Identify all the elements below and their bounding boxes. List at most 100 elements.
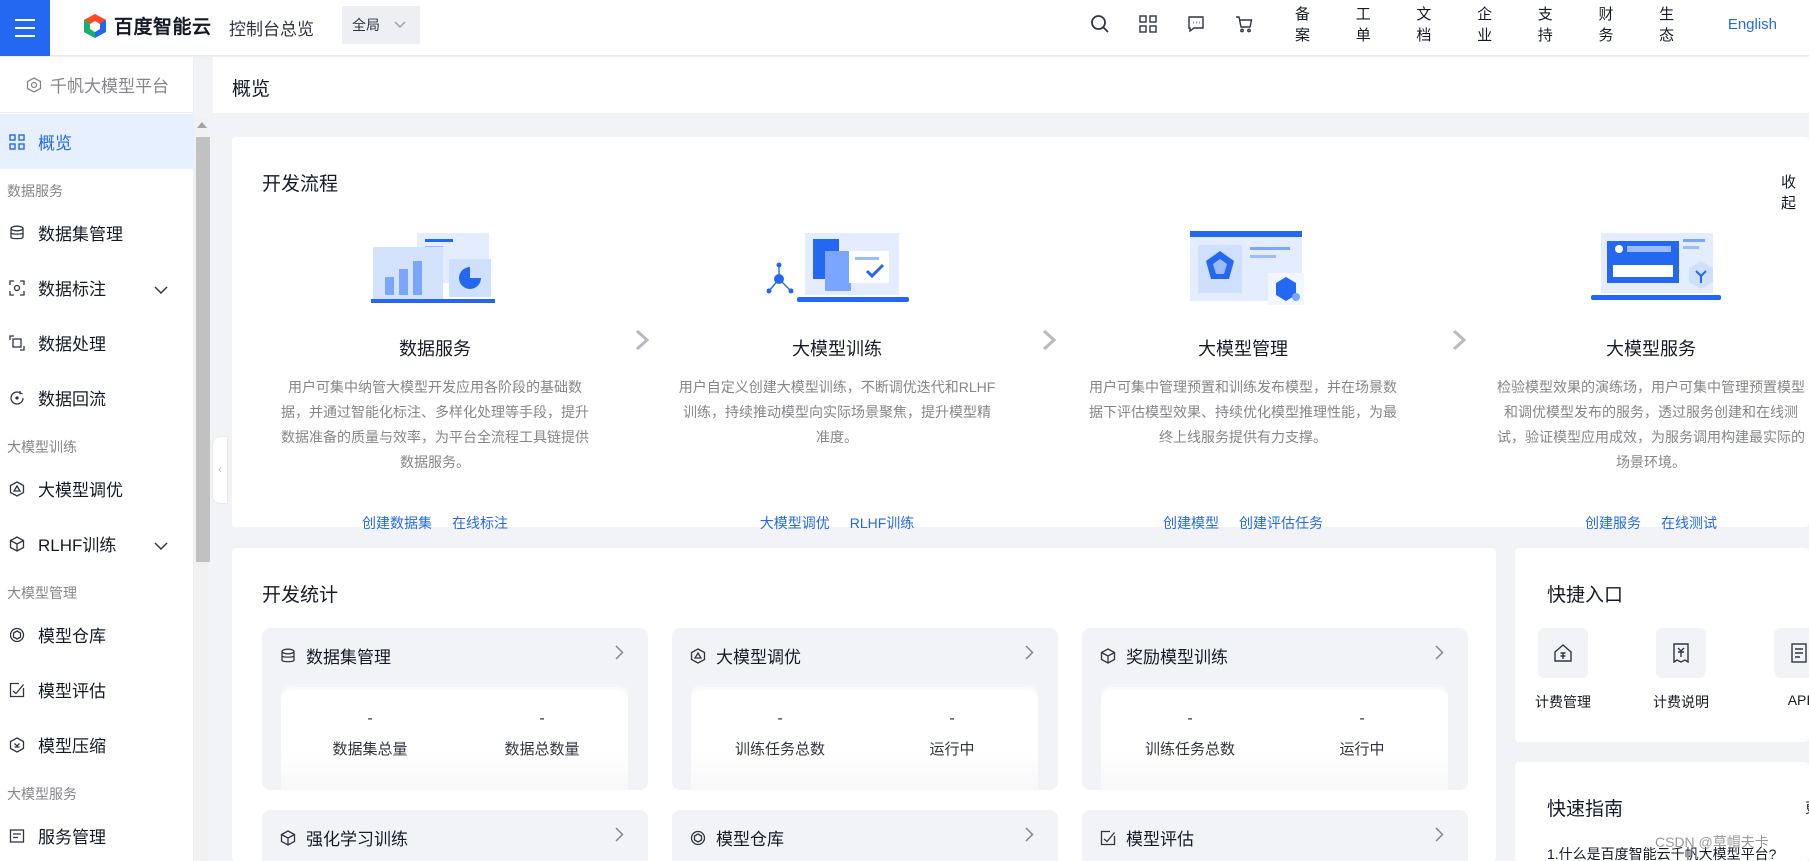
metric-value: - [367,710,373,727]
nav-docs[interactable]: 文档 [1416,3,1445,45]
message-icon[interactable] [1184,12,1208,36]
stat-metric: - 数据集总量 [295,710,445,759]
stat-box-model-eval[interactable]: 模型评估 [1082,810,1468,861]
sidebar-item-service-mgmt[interactable]: 服务管理 [0,808,194,861]
search-icon[interactable] [1088,12,1112,36]
cart-icon[interactable] [1232,12,1256,36]
sidebar-group-training: 大模型训练 [7,439,77,455]
nav-ecosystem[interactable]: 生态 [1659,3,1688,45]
quick-entry-api[interactable]: API [1759,628,1809,708]
nav-support[interactable]: 支持 [1538,3,1567,45]
region-select[interactable]: 全局 [342,6,420,44]
api-doc-icon [1774,628,1809,678]
sidebar-scroll-thumb[interactable] [196,137,210,562]
sidebar-item-label: 模型评估 [38,682,106,701]
stat-box-model-repo[interactable]: 模型仓库 [672,810,1058,861]
sidebar-group-service: 大模型服务 [7,786,77,802]
chevron-right-icon[interactable] [1435,827,1444,847]
sidebar-item-label: RLHF训练 [38,536,117,555]
chevron-down-icon[interactable] [154,280,168,300]
sidebar-item-label: 模型压缩 [38,737,106,756]
metric-label: 训练任务总数 [734,741,825,758]
chevron-right-icon[interactable] [1435,645,1444,665]
quick-entry-billing-mgmt[interactable]: 计费管理 [1523,628,1603,712]
processing-icon [8,334,26,352]
sidebar-item-data-processing[interactable]: 数据处理 [0,315,194,370]
menu-button[interactable] [0,0,50,56]
stat-metric: - 数据总数量 [467,710,617,759]
nav-ticket[interactable]: 工单 [1356,3,1385,45]
stat-box-dataset-mgmt[interactable]: 数据集管理 - 数据集总量 - 数据总数量 [262,628,648,790]
stat-metric: - 训练任务总数 [1115,710,1265,759]
rlhf-link[interactable]: RLHF训练 [850,513,915,533]
cube-icon [1100,647,1116,664]
sidebar-collapse-handle[interactable]: ‹ [212,436,228,504]
chevron-down-icon[interactable] [154,536,168,556]
sidebar-item-overview[interactable]: 概览 [0,114,194,169]
flow-step-model-service: 大模型服务 检验模型效果的演练场，用户可集中管理预置模型和调优模型发布的服务，透… [1486,229,1809,531]
sidebar-group-mgmt: 大模型管理 [7,585,77,601]
online-annotation-link[interactable]: 在线标注 [452,513,508,533]
stat-box-title: 模型评估 [1126,830,1194,849]
metric-label: 运行中 [929,741,975,758]
platform-icon [26,76,42,93]
sidebar-item-dataset-mgmt[interactable]: 数据集管理 [0,205,194,260]
quick-entry-billing-doc[interactable]: 计费说明 [1641,628,1721,712]
stat-metric: - 运行中 [877,710,1027,759]
grid-icon[interactable] [1136,12,1160,36]
stat-box-fine-tuning[interactable]: 大模型调优 - 训练任务总数 - 运行中 [672,628,1058,790]
sidebar-item-data-annotation[interactable]: 数据标注 [0,260,194,315]
brand-name: 百度智能云 [114,17,212,38]
cube-icon [280,829,296,846]
sidebar-item-model-compress[interactable]: 模型压缩 [0,717,194,772]
create-service-link[interactable]: 创建服务 [1585,513,1641,533]
fine-tuning-link[interactable]: 大模型调优 [760,513,830,533]
fine-tuning-icon [8,480,26,498]
step-links: 创建数据集 在线标注 [270,513,600,533]
language-switch[interactable]: English [1728,16,1777,33]
cube-icon [8,535,26,553]
quick-entry-label: 计费说明 [1653,694,1709,710]
step-title: 数据服务 [399,339,471,359]
billing-doc-icon [1656,628,1706,678]
brand-logo[interactable]: 百度智能云 [82,12,212,39]
create-dataset-link[interactable]: 创建数据集 [362,513,432,533]
nav-beian[interactable]: 备案 [1295,3,1324,45]
chevron-right-icon[interactable] [615,827,624,847]
platform-name: 千帆大模型平台 [50,77,169,96]
chevron-right-icon[interactable] [1025,645,1034,665]
create-eval-task-link[interactable]: 创建评估任务 [1239,513,1323,533]
chevron-right-icon[interactable] [615,645,624,665]
collapse-button[interactable]: 收起 [1781,171,1809,213]
chevron-right-icon[interactable] [1025,827,1034,847]
guide-more-link[interactable]: 更 [1805,798,1809,818]
stat-values-panel: - 训练任务总数 - 运行中 [691,690,1038,790]
sidebar-item-label: 概览 [38,134,72,153]
metric-value: - [949,710,955,727]
sidebar-item-rlhf[interactable]: RLHF训练 [0,516,194,571]
quick-entry-title: 快捷入口 [1547,585,1624,606]
hamburger-icon [15,16,35,40]
stat-box-title: 强化学习训练 [306,830,408,849]
sidebar-item-model-eval[interactable]: 模型评估 [0,662,194,717]
data-service-illustration [270,229,600,317]
online-test-link[interactable]: 在线测试 [1661,513,1717,533]
stat-box-reward-model[interactable]: 奖励模型训练 - 训练任务总数 - 运行中 [1082,628,1468,790]
nav-finance[interactable]: 财务 [1598,3,1627,45]
console-overview-link[interactable]: 控制台总览 [229,15,314,40]
model-service-illustration [1486,229,1809,317]
scroll-up-icon[interactable] [197,122,207,128]
create-model-link[interactable]: 创建模型 [1163,513,1219,533]
model-training-illustration [672,229,1002,317]
sidebar-item-model-repo[interactable]: 模型仓库 [0,607,194,662]
metric-label: 运行中 [1339,741,1385,758]
sidebar-item-label: 模型仓库 [38,627,106,646]
nav-enterprise[interactable]: 企业 [1477,3,1506,45]
metric-value: - [1359,710,1365,727]
stat-box-title: 数据集管理 [306,648,391,667]
sidebar-item-fine-tuning[interactable]: 大模型调优 [0,461,194,516]
chevron-left-icon: ‹ [218,464,222,476]
page-title: 概览 [232,79,271,100]
sidebar-item-data-reflow[interactable]: 数据回流 [0,370,194,425]
stat-box-rl-training[interactable]: 强化学习训练 [262,810,648,861]
